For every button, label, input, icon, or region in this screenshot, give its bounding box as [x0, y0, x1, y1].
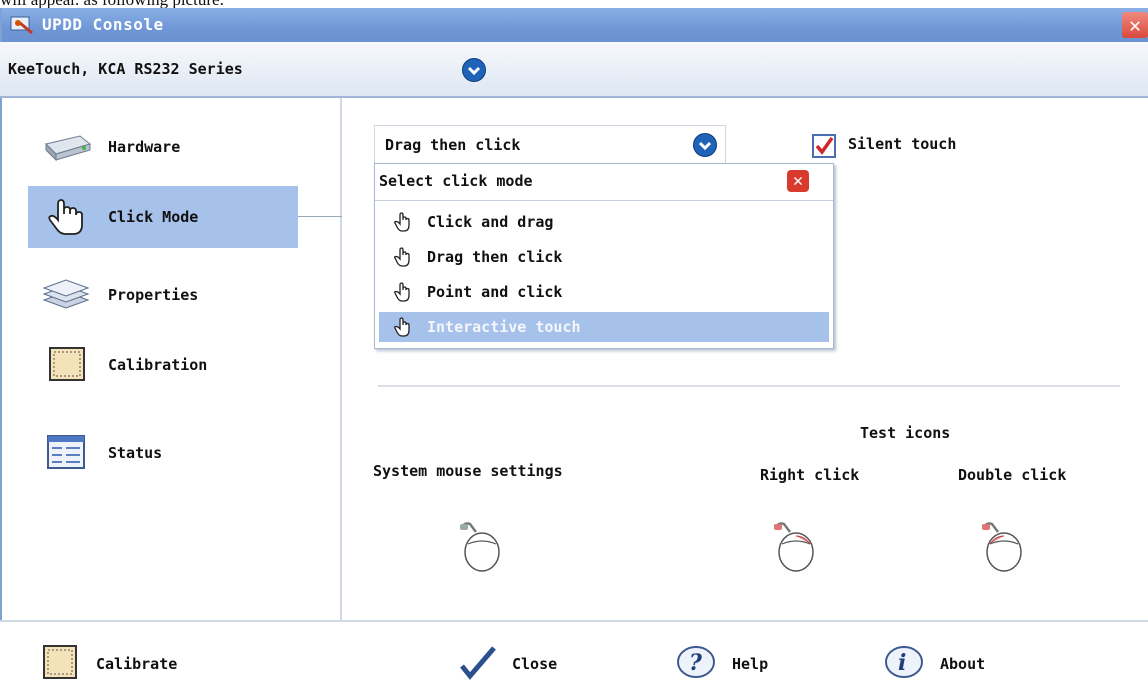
- test-icons-heading: Test icons: [860, 424, 951, 442]
- sidebar: Hardware Click Mode Properties Calibrati…: [0, 98, 342, 628]
- help-label: Help: [732, 655, 769, 673]
- sidebar-item-hardware[interactable]: Hardware: [28, 116, 298, 178]
- popup-close-button[interactable]: ✕: [787, 170, 809, 192]
- chevron-down-icon: [467, 66, 481, 76]
- active-item-connector: [298, 216, 342, 217]
- sidebar-item-label: Calibration: [108, 356, 208, 374]
- checkmark-icon: [460, 646, 496, 680]
- about-label: About: [940, 655, 986, 673]
- popup-divider: [375, 200, 833, 201]
- close-label: Close: [512, 655, 558, 673]
- system-mouse-settings-label: System mouse settings: [373, 462, 563, 480]
- device-bar: KeeTouch, KCA RS232 Series: [0, 42, 1148, 98]
- double-click-mouse-icon[interactable]: [978, 518, 1028, 574]
- click-mode-option[interactable]: Drag then click: [379, 242, 829, 272]
- silent-touch-label: Silent touch: [848, 135, 957, 153]
- click-mode-option-label: Interactive touch: [427, 318, 581, 336]
- sidebar-item-status[interactable]: Status: [28, 422, 298, 484]
- sidebar-item-label: Properties: [108, 286, 199, 304]
- hand-pointer-icon: [48, 199, 83, 235]
- click-mode-option-label: Drag then click: [427, 248, 563, 266]
- click-mode-select[interactable]: Drag then click: [374, 125, 726, 165]
- info-icon: i: [885, 646, 923, 678]
- click-mode-option[interactable]: Click and drag: [379, 207, 829, 237]
- right-click-mouse-icon[interactable]: [770, 518, 820, 574]
- svg-text:i: i: [898, 650, 906, 676]
- section-divider: [378, 385, 1120, 387]
- double-click-label: Double click: [958, 466, 1067, 484]
- hand-pointer-icon: [394, 212, 410, 232]
- select-click-mode-popup: Select click mode ✕ Click and drag Drag …: [374, 163, 834, 349]
- sidebar-item-label: Click Mode: [108, 208, 199, 226]
- click-mode-dropdown-button[interactable]: [693, 133, 717, 157]
- device-dropdown-button[interactable]: [462, 58, 486, 82]
- checkmark-icon: [815, 136, 834, 155]
- device-name: KeeTouch, KCA RS232 Series: [8, 60, 243, 78]
- window-title: UPDD Console: [42, 15, 164, 34]
- hand-pointer-icon: [394, 247, 410, 267]
- popup-title: Select click mode: [379, 172, 533, 190]
- silent-touch-checkbox[interactable]: [812, 134, 836, 158]
- click-mode-selected-value: Drag then click: [385, 136, 521, 154]
- sidebar-item-click-mode[interactable]: Click Mode: [28, 186, 298, 248]
- bottom-toolbar: Calibrate Close ? Help i About: [0, 620, 1148, 698]
- layers-icon: [42, 279, 90, 309]
- click-mode-option-label: Click and drag: [427, 213, 554, 231]
- click-mode-option-label: Point and click: [427, 283, 563, 301]
- status-icon: [47, 435, 85, 469]
- help-icon: ?: [677, 646, 715, 678]
- sidebar-item-label: Status: [108, 444, 163, 462]
- title-bar: UPDD Console ✕: [2, 8, 1148, 42]
- click-mode-option-highlighted[interactable]: Interactive touch: [379, 312, 829, 342]
- calibration-icon: [49, 347, 85, 381]
- app-icon: [10, 16, 33, 35]
- sidebar-item-calibration[interactable]: Calibration: [28, 334, 298, 396]
- calibration-icon: [43, 645, 77, 679]
- right-click-label: Right click: [760, 466, 860, 484]
- svg-text:?: ?: [689, 650, 703, 676]
- hand-pointer-icon: [394, 317, 410, 337]
- sidebar-item-label: Hardware: [108, 138, 181, 156]
- click-mode-option[interactable]: Point and click: [379, 277, 829, 307]
- hand-pointer-icon: [394, 282, 410, 302]
- hardware-icon: [45, 135, 92, 162]
- window-close-button[interactable]: ✕: [1122, 12, 1148, 38]
- system-mouse-settings-icon[interactable]: [456, 518, 506, 574]
- calibrate-label: Calibrate: [96, 655, 178, 673]
- chevron-down-icon: [698, 141, 712, 151]
- sidebar-item-properties[interactable]: Properties: [28, 264, 298, 326]
